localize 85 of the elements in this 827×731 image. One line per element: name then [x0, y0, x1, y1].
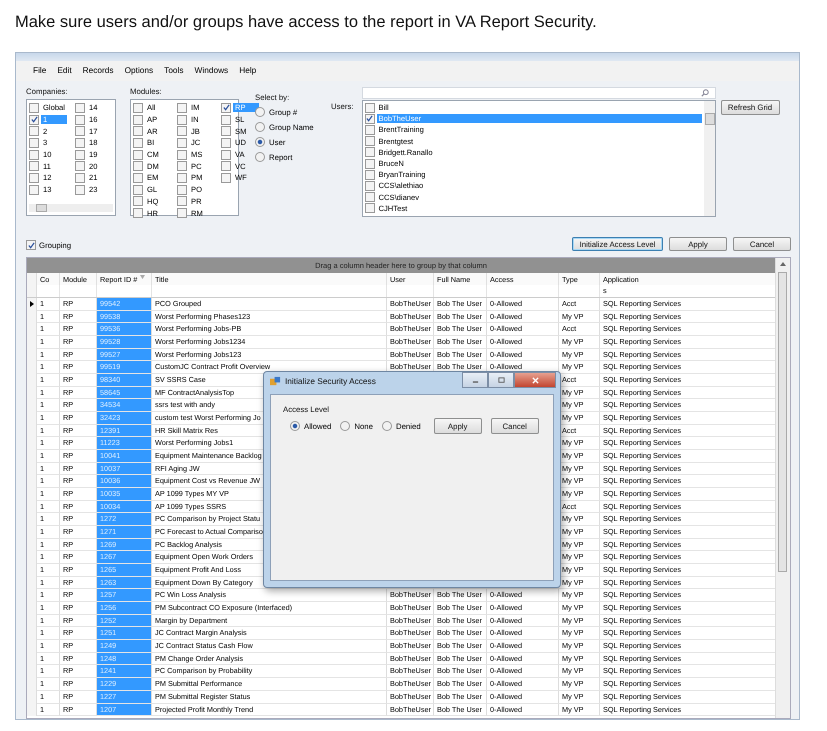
radio-button[interactable]: [255, 122, 265, 132]
dialog-title: Initialize Security Access: [285, 376, 376, 386]
menu-item[interactable]: Options: [124, 65, 154, 81]
checkbox[interactable]: [133, 172, 143, 183]
radio-button[interactable]: [290, 421, 300, 431]
checkbox[interactable]: [364, 114, 375, 124]
checkbox[interactable]: [364, 147, 375, 158]
checkbox[interactable]: [177, 184, 187, 195]
checkbox[interactable]: [364, 180, 375, 191]
app-icon: [270, 376, 281, 386]
sort-icon: [140, 275, 146, 280]
checkbox[interactable]: [29, 138, 39, 148]
menu-item[interactable]: Records: [82, 65, 114, 81]
checkbox[interactable]: [364, 170, 375, 180]
search-icon: [700, 89, 709, 97]
checkbox[interactable]: [364, 102, 375, 113]
checkbox[interactable]: [221, 102, 231, 113]
checkbox[interactable]: [29, 126, 39, 136]
checkbox[interactable]: [177, 102, 187, 113]
search-field[interactable]: [362, 87, 716, 99]
checkbox[interactable]: [177, 208, 187, 218]
checkbox[interactable]: [177, 138, 187, 148]
menu-item[interactable]: Tools: [164, 65, 184, 81]
current-row-icon: [30, 301, 34, 308]
horizontal-scrollbar[interactable]: [29, 204, 113, 212]
radio-button[interactable]: [255, 137, 265, 147]
checkbox[interactable]: [75, 161, 85, 172]
checkbox[interactable]: [133, 208, 143, 218]
checkbox[interactable]: [26, 240, 36, 250]
checkbox[interactable]: [29, 184, 39, 195]
checkbox[interactable]: [221, 150, 231, 160]
checkbox[interactable]: [177, 114, 187, 125]
checkbox[interactable]: [177, 172, 187, 183]
checkbox[interactable]: [133, 184, 143, 195]
menu-item[interactable]: Help: [239, 65, 256, 81]
menu-item[interactable]: Windows: [194, 65, 228, 81]
scroll-up-icon[interactable]: [780, 262, 786, 266]
checkbox[interactable]: [364, 203, 375, 214]
checkbox[interactable]: [29, 150, 39, 160]
checkbox[interactable]: [177, 150, 187, 160]
checkbox[interactable]: [133, 161, 143, 172]
checkbox[interactable]: [364, 124, 375, 135]
checkbox[interactable]: [221, 161, 231, 172]
instruction-text: Make sure users and/or groups have access to the report in VA Report Security.: [14, 12, 598, 33]
checkbox[interactable]: [75, 114, 85, 125]
radio-button[interactable]: [382, 421, 392, 431]
checkbox[interactable]: [75, 172, 85, 183]
radio-button[interactable]: [255, 107, 265, 117]
checkbox[interactable]: [133, 114, 143, 125]
checkbox[interactable]: [364, 158, 375, 169]
checkbox[interactable]: [177, 196, 187, 206]
checkbox[interactable]: [221, 138, 231, 148]
minimize-button[interactable]: [462, 372, 488, 388]
row-header[interactable]: [27, 298, 37, 311]
checkbox[interactable]: [133, 126, 143, 136]
checkbox[interactable]: [29, 102, 39, 113]
checkbox[interactable]: [364, 136, 375, 146]
maximize-icon: [498, 376, 504, 384]
close-button[interactable]: [514, 372, 556, 388]
radio-button[interactable]: [340, 421, 350, 431]
checkbox[interactable]: [364, 192, 375, 202]
checkbox[interactable]: [133, 102, 143, 113]
radio-button[interactable]: [255, 152, 265, 162]
menu-item[interactable]: File: [33, 65, 46, 81]
checkbox[interactable]: [75, 138, 85, 148]
checkbox[interactable]: [177, 126, 187, 136]
checkbox[interactable]: [221, 114, 231, 125]
close-icon: [532, 376, 538, 384]
checkbox[interactable]: [29, 161, 39, 172]
checkbox[interactable]: [29, 114, 39, 125]
checkbox[interactable]: [221, 172, 231, 183]
checkbox[interactable]: [29, 172, 39, 183]
checkbox[interactable]: [133, 150, 143, 160]
maximize-button[interactable]: [488, 372, 514, 388]
checkbox[interactable]: [75, 184, 85, 195]
checkbox[interactable]: [75, 102, 85, 113]
checkbox[interactable]: [75, 126, 85, 136]
checkbox[interactable]: [75, 150, 85, 160]
checkbox[interactable]: [177, 161, 187, 172]
checkbox[interactable]: [133, 138, 143, 148]
menu-item[interactable]: Edit: [57, 65, 72, 81]
grid-scrollbar[interactable]: [775, 258, 790, 718]
checkbox[interactable]: [221, 126, 231, 136]
checkbox[interactable]: [133, 196, 143, 206]
vertical-scrollbar[interactable]: [704, 101, 715, 216]
